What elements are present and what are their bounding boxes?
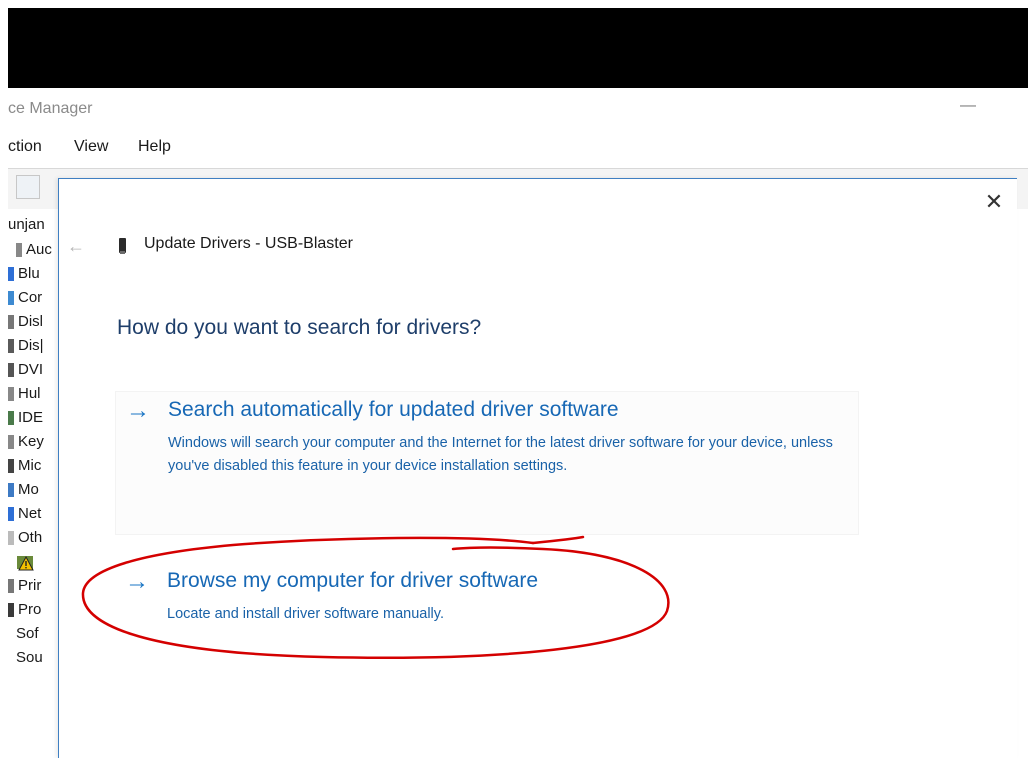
dvd-icon [8,363,14,378]
tree-item[interactable]: Mic [8,457,41,481]
usb-device-icon [119,238,126,254]
option-description: Windows will search your computer and th… [168,435,833,474]
option-description: Locate and install driver software manua… [167,606,444,622]
tree-item[interactable]: Blu [8,265,40,289]
update-drivers-dialog: ✕ ← Update Drivers - USB-Blaster How do … [58,178,1017,758]
disk-icon [8,315,14,330]
display-icon [8,339,14,354]
keyboard-icon [8,435,14,450]
network-icon [8,507,14,522]
tree-item[interactable]: Disl [8,313,43,337]
tree-item[interactable]: Oth [8,529,42,553]
browse-computer-option[interactable]: → Browse my computer for driver software… [115,563,857,635]
printer-icon [8,579,14,594]
tree-item[interactable]: Key [8,433,44,457]
tree-item[interactable]: Prir [8,577,41,601]
computer-icon [8,291,14,306]
back-arrow-icon[interactable]: ← [65,235,87,257]
dialog-header-title: Update Drivers - USB-Blaster [144,235,353,252]
menu-view[interactable]: View [74,138,108,156]
tree-item[interactable]: Hul [8,385,41,409]
menu-help[interactable]: Help [138,138,171,156]
option-title: Browse my computer for driver software [167,569,539,592]
audio-icon [16,243,22,258]
menu-action[interactable]: ction [8,138,42,156]
tree-item[interactable]: Sou [16,649,43,673]
tree-item[interactable]: Net [8,505,41,529]
tree-item[interactable] [16,553,36,577]
black-redaction-band [8,8,1028,88]
processor-icon [8,603,14,618]
bluetooth-icon [8,267,14,282]
warning-device-icon [17,555,34,571]
tree-item[interactable]: Cor [8,289,42,313]
tree-item[interactable]: Auc [16,241,52,265]
tree-item[interactable]: Mo [8,481,39,505]
properties-toolbar-button[interactable] [16,175,40,199]
tree-root[interactable]: unjan [8,216,45,240]
search-automatically-option[interactable]: → Search automatically for updated drive… [115,391,859,535]
tree-item[interactable]: IDE [8,409,43,433]
dialog-question: How do you want to search for drivers? [117,316,482,339]
monitor-icon [8,483,14,498]
ide-icon [8,411,14,426]
other-devices-icon [8,531,14,546]
right-arrow-icon: → [125,568,149,595]
tree-item[interactable]: Pro [8,601,41,625]
tree-item[interactable]: DVI [8,361,43,385]
window-title: ce Manager [8,100,93,117]
right-arrow-icon: → [126,397,150,424]
hid-icon [8,387,14,402]
tree-item[interactable]: Dis| [8,337,44,361]
mouse-icon [8,459,14,474]
option-title: Search automatically for updated driver … [168,398,619,421]
close-icon[interactable]: ✕ [979,187,1009,217]
tree-item[interactable]: Sof [16,625,39,649]
minimize-button[interactable]: — [958,96,978,116]
device-tree: unjan Auc Blu Cor Disl Dis| DVI Hul IDE … [8,212,60,757]
